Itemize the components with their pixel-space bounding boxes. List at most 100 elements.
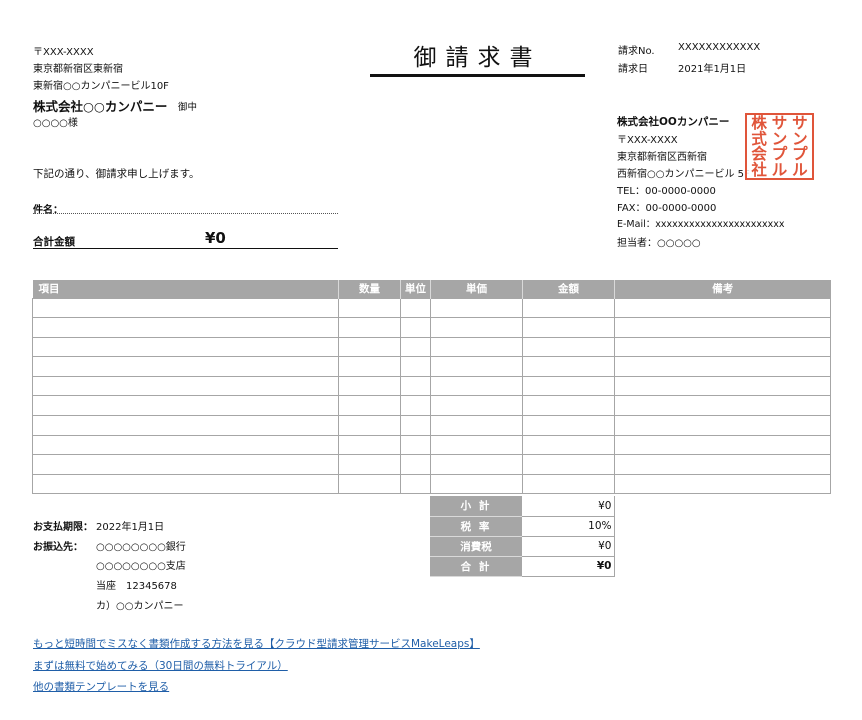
- table-cell[interactable]: [338, 356, 401, 377]
- table-cell[interactable]: [400, 473, 431, 495]
- table-cell[interactable]: [338, 473, 401, 495]
- grand-total-label: 合 計: [430, 556, 522, 577]
- table-cell[interactable]: [32, 415, 339, 436]
- table-cell[interactable]: [400, 415, 431, 436]
- table-cell[interactable]: [522, 297, 615, 319]
- table-cell[interactable]: [522, 415, 615, 436]
- issuer-postal: 〒XXX-XXXX: [617, 135, 678, 146]
- company-seal-stamp: サンプル サンプル 株式会社: [745, 113, 814, 180]
- subtotal-value: ¥0: [522, 496, 615, 517]
- issuer-company: 株式会社OOカンパニー: [617, 116, 730, 128]
- total-amount-label: 合計金額: [33, 236, 75, 248]
- table-cell[interactable]: [338, 415, 401, 436]
- issuer-tel: TEL：00-0000-0000: [617, 186, 716, 197]
- tax-rate-value: 10%: [522, 516, 615, 537]
- invoice-date-label: 請求日: [618, 64, 648, 75]
- free-trial-link[interactable]: まずは無料で始めてみる（30日間の無料トライアル）: [33, 658, 288, 673]
- table-cell[interactable]: [614, 434, 831, 456]
- client-person: ○○○○様: [33, 118, 78, 129]
- table-cell[interactable]: [522, 317, 615, 338]
- table-cell[interactable]: [614, 297, 831, 319]
- table-cell[interactable]: [400, 375, 431, 397]
- client-address-1: 東京都新宿区東新宿: [33, 64, 123, 75]
- table-cell[interactable]: [430, 297, 523, 319]
- table-cell[interactable]: [614, 317, 831, 338]
- table-cell[interactable]: [430, 415, 523, 436]
- table-row: [32, 317, 831, 338]
- table-row: [32, 473, 831, 495]
- table-cell[interactable]: [522, 473, 615, 495]
- table-cell[interactable]: [522, 454, 615, 475]
- tax-rate-label: 税 率: [430, 516, 522, 537]
- table-cell[interactable]: [430, 473, 523, 495]
- total-amount-value: ¥0: [205, 229, 226, 247]
- table-cell[interactable]: [338, 395, 401, 417]
- table-cell[interactable]: [32, 375, 339, 397]
- seal-column-1: サンプル: [792, 114, 808, 179]
- table-row: [32, 434, 831, 456]
- table-cell[interactable]: [338, 336, 401, 358]
- table-cell[interactable]: [522, 375, 615, 397]
- table-cell[interactable]: [430, 317, 523, 338]
- table-cell[interactable]: [32, 356, 339, 377]
- table-cell[interactable]: [32, 434, 339, 456]
- table-cell[interactable]: [614, 415, 831, 436]
- table-cell[interactable]: [32, 473, 339, 495]
- table-cell[interactable]: [430, 356, 523, 377]
- table-cell[interactable]: [614, 375, 831, 397]
- table-cell[interactable]: [614, 454, 831, 475]
- table-cell[interactable]: [430, 454, 523, 475]
- table-cell[interactable]: [430, 395, 523, 417]
- summary-row-tax: 消費税 ¥0: [430, 536, 615, 557]
- payment-deadline: 2022年1月1日: [96, 522, 165, 533]
- table-cell[interactable]: [400, 356, 431, 377]
- table-cell[interactable]: [400, 297, 431, 319]
- client-postal: 〒XXX-XXXX: [33, 47, 94, 58]
- table-cell[interactable]: [400, 395, 431, 417]
- invoice-no: XXXXXXXXXXXX: [678, 42, 761, 53]
- table-cell[interactable]: [338, 375, 401, 397]
- table-cell[interactable]: [338, 317, 401, 338]
- client-company: 株式会社○○カンパニー: [33, 99, 168, 114]
- grand-total-value: ¥0: [522, 556, 615, 577]
- table-cell[interactable]: [614, 336, 831, 358]
- table-cell[interactable]: [32, 395, 339, 417]
- client-address-2: 東新宿○○カンパニービル10F: [33, 81, 169, 92]
- table-cell[interactable]: [522, 356, 615, 377]
- table-cell[interactable]: [400, 454, 431, 475]
- table-cell[interactable]: [614, 356, 831, 377]
- table-cell[interactable]: [338, 297, 401, 319]
- table-row: [32, 415, 831, 436]
- table-cell[interactable]: [522, 434, 615, 456]
- bank-transfer-label: お振込先：: [33, 542, 83, 553]
- table-cell[interactable]: [522, 395, 615, 417]
- table-cell[interactable]: [522, 336, 615, 358]
- other-templates-link[interactable]: 他の書類テンプレートを見る: [33, 679, 169, 694]
- table-cell[interactable]: [400, 434, 431, 456]
- subject-field[interactable]: [33, 213, 338, 214]
- table-cell[interactable]: [614, 395, 831, 417]
- seal-column-2: サンプル: [771, 114, 788, 179]
- table-cell[interactable]: [338, 454, 401, 475]
- table-cell[interactable]: [430, 434, 523, 456]
- makeleaps-link[interactable]: もっと短時間でミスなく書類作成する方法を見る【クラウド型請求管理サービスMake…: [33, 636, 480, 651]
- table-cell[interactable]: [430, 375, 523, 397]
- subtotal-label: 小 計: [430, 496, 522, 517]
- column-header-unit-price: 単価: [430, 280, 523, 298]
- table-cell[interactable]: [400, 317, 431, 338]
- table-cell[interactable]: [32, 297, 339, 319]
- table-cell[interactable]: [32, 317, 339, 338]
- table-cell[interactable]: [400, 336, 431, 358]
- table-cell[interactable]: [430, 336, 523, 358]
- table-cell[interactable]: [32, 454, 339, 475]
- table-row: [32, 375, 831, 397]
- summary-row-subtotal: 小 計 ¥0: [430, 496, 615, 517]
- table-cell[interactable]: [614, 473, 831, 495]
- column-header-item: 項目: [32, 280, 339, 298]
- issuer-address-1: 東京都新宿区西新宿: [617, 152, 707, 163]
- column-header-unit: 単位: [400, 280, 431, 298]
- table-cell[interactable]: [32, 336, 339, 358]
- seal-column-3: 株式会社: [751, 114, 767, 179]
- title-underline: [370, 74, 585, 77]
- table-cell[interactable]: [338, 434, 401, 456]
